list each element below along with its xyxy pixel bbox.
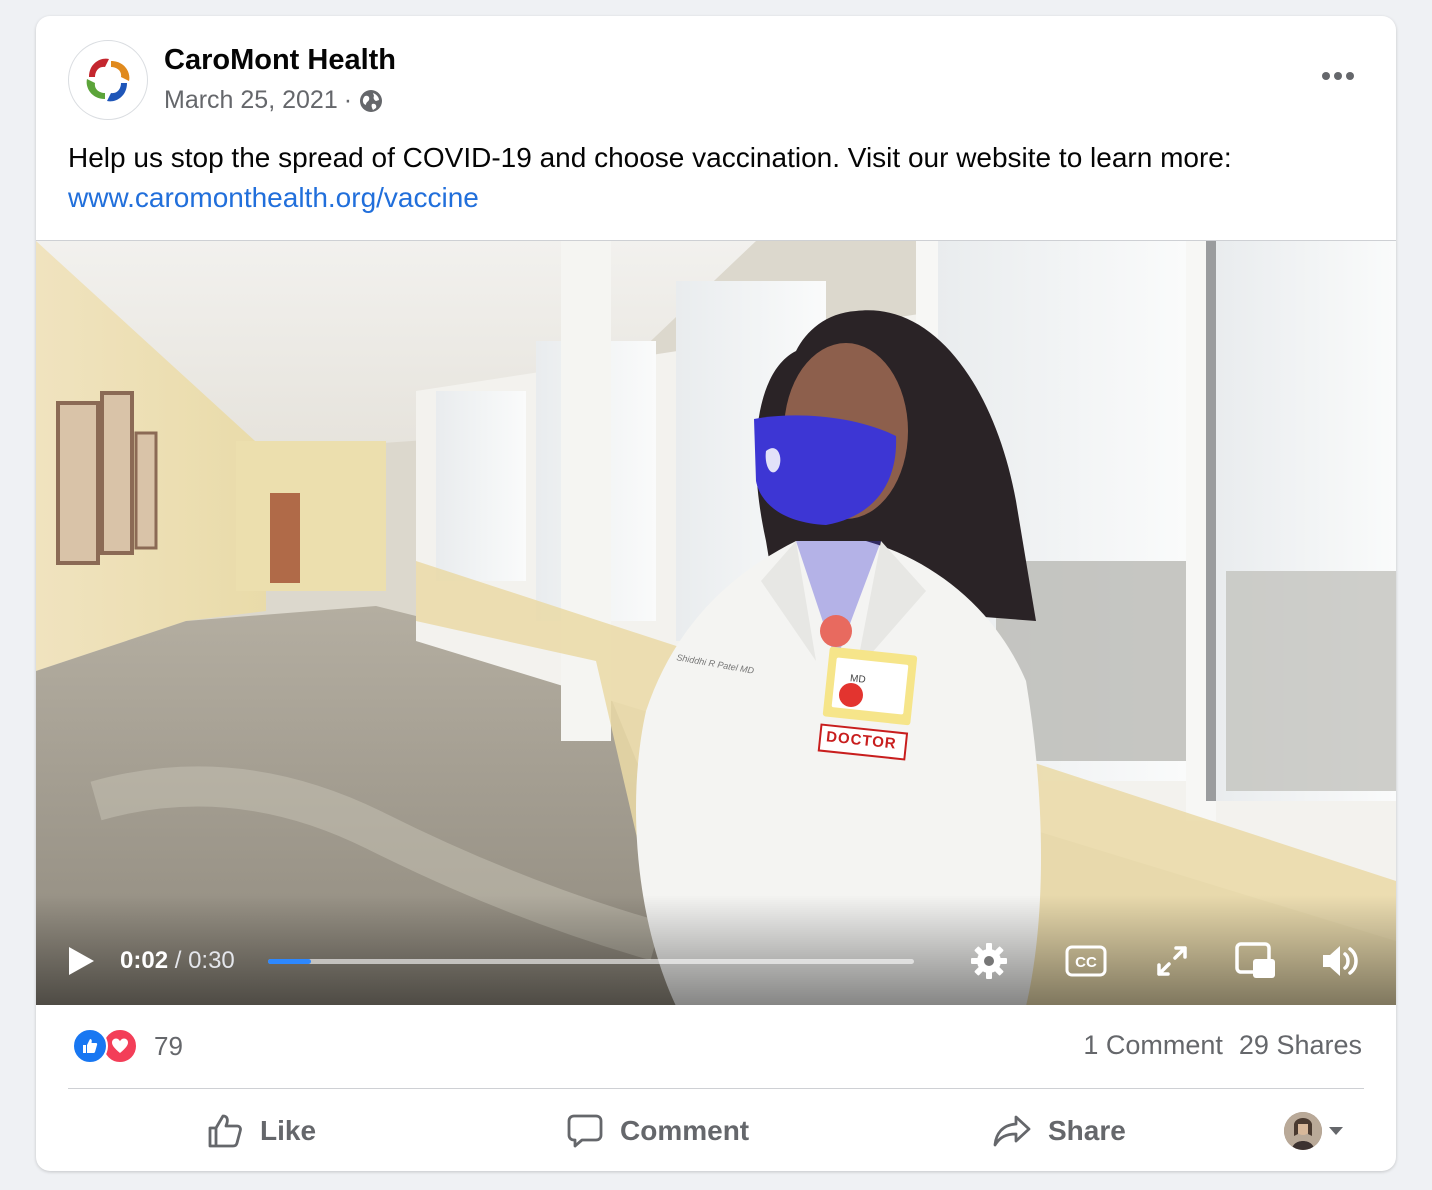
reactions-summary[interactable]: 79 (72, 1028, 183, 1064)
settings-icon (971, 943, 1007, 979)
fullscreen-icon (1157, 946, 1187, 976)
duration: 0:30 (188, 947, 235, 974)
globe-icon[interactable] (358, 88, 384, 114)
progress-fill (268, 959, 312, 964)
share-label: Share (1048, 1115, 1126, 1146)
badge-title: MD (849, 673, 867, 686)
page-avatar[interactable] (68, 40, 148, 120)
post-text: Help us stop the spread of COVID-19 and … (68, 138, 1368, 218)
video-player[interactable]: MD DOCTOR Shiddhi R Patel MD 0:02 / 0:30 (36, 240, 1396, 1005)
comment-icon (567, 1114, 603, 1148)
caromont-logo-icon (86, 58, 130, 102)
post-message: Help us stop the spread of COVID-19 and … (68, 142, 1232, 173)
post-link[interactable]: www.caromonthealth.org/vaccine (68, 178, 479, 218)
settings-button[interactable] (964, 931, 1014, 991)
play-icon (69, 947, 94, 975)
like-button[interactable]: Like (206, 1098, 316, 1164)
more-options-icon (1322, 72, 1354, 80)
reaction-count: 79 (154, 1030, 183, 1061)
viewer-avatar (1284, 1112, 1322, 1150)
volume-icon (1323, 946, 1358, 976)
play-button[interactable] (58, 931, 104, 991)
svg-text:CC: CC (1075, 954, 1097, 971)
video-controls: 0:02 / 0:30 CC (36, 931, 1396, 991)
time-separator: / (168, 947, 189, 974)
meta-separator: · (343, 86, 353, 114)
chevron-down-icon (1329, 1127, 1343, 1135)
captions-button[interactable]: CC (1062, 931, 1110, 991)
captions-icon: CC (1065, 945, 1107, 977)
like-reaction-icon (72, 1028, 108, 1064)
viewer-profile-selector[interactable] (1284, 1112, 1344, 1150)
volume-button[interactable] (1316, 931, 1366, 991)
comment-count[interactable]: 1 Comment (1083, 1030, 1223, 1061)
time-display: 0:02 / 0:30 (120, 931, 235, 991)
page-name[interactable]: CaroMont Health (164, 44, 396, 77)
comment-button[interactable]: Comment (566, 1098, 749, 1164)
like-label: Like (260, 1115, 317, 1146)
post-meta: March 25, 2021 · (164, 86, 384, 115)
picture-in-picture-button[interactable] (1232, 931, 1280, 991)
more-options-button[interactable] (1308, 54, 1368, 98)
post-card: CaroMont Health March 25, 2021 · Help us… (36, 16, 1396, 1171)
share-icon (993, 1115, 1031, 1147)
like-icon (208, 1114, 242, 1148)
fullscreen-button[interactable] (1150, 931, 1194, 991)
share-count[interactable]: 29 Shares (1239, 1030, 1362, 1061)
current-time: 0:02 (120, 947, 169, 974)
video-frame (36, 241, 1396, 1005)
post-actions: Like Comment Share (68, 1098, 1364, 1164)
post-date[interactable]: March 25, 2021 (164, 86, 338, 115)
progress-bar[interactable] (268, 959, 914, 964)
picture-in-picture-icon (1235, 942, 1275, 978)
engagement-counts: 1 Comment 29 Shares (1083, 1030, 1362, 1061)
share-button[interactable]: Share (992, 1098, 1126, 1164)
actions-divider (68, 1088, 1364, 1089)
comment-label: Comment (620, 1115, 750, 1146)
